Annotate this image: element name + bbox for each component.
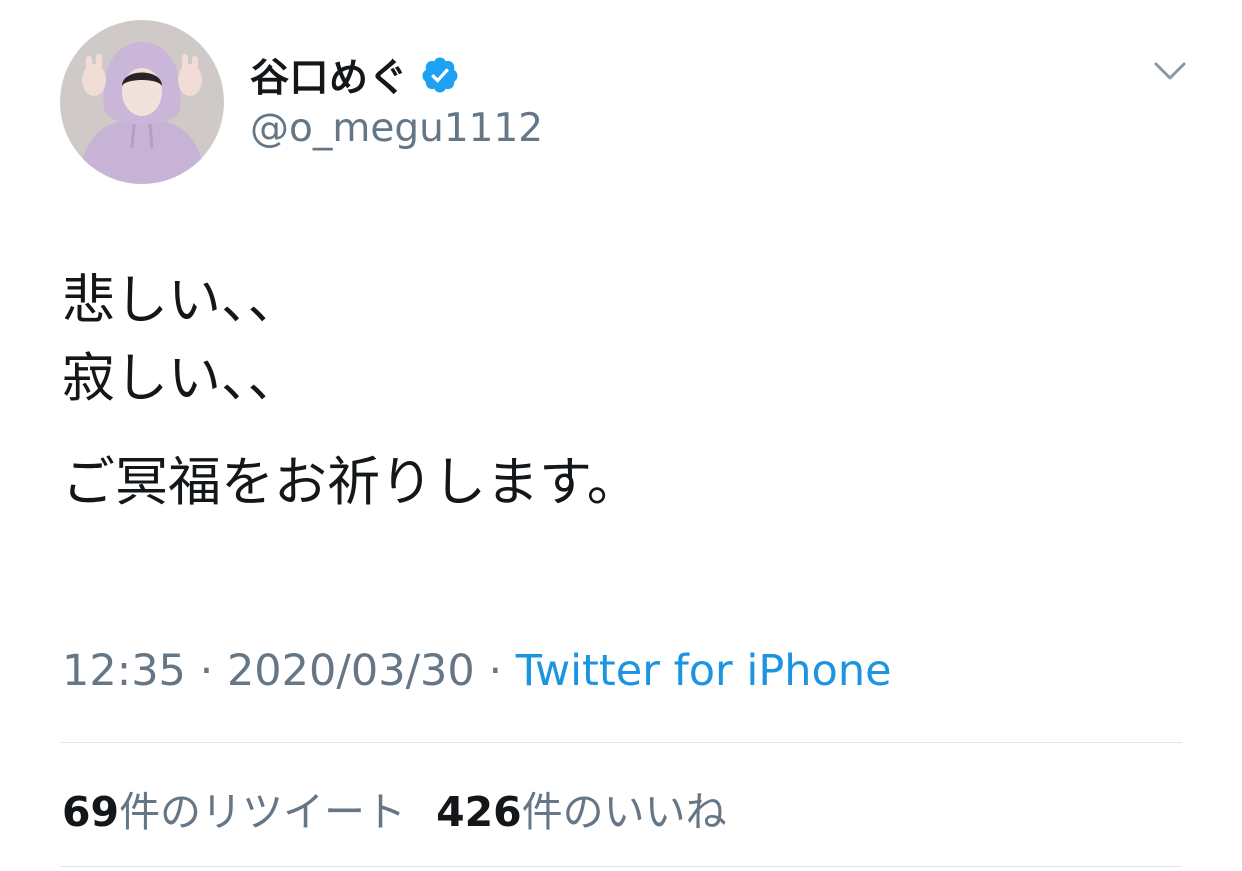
tweet-time[interactable]: 12:35 xyxy=(62,646,186,696)
tweet-stats: 69件のリツイート 426件のいいね xyxy=(62,778,727,838)
divider xyxy=(60,866,1182,867)
meta-separator: · xyxy=(185,646,227,696)
avatar-image xyxy=(60,20,224,184)
retweets-stat[interactable]: 69件のリツイート xyxy=(62,788,406,836)
handle[interactable]: @o_megu1112 xyxy=(250,106,543,151)
tweet-line: 寂しい、、 xyxy=(62,348,301,409)
avatar[interactable] xyxy=(60,20,224,184)
tweet-source-link[interactable]: Twitter for iPhone xyxy=(516,646,892,696)
retweets-count: 69 xyxy=(62,788,120,836)
chevron-down-icon[interactable] xyxy=(1150,54,1190,88)
tweet-meta: 12:35 · 2020/03/30 · Twitter for iPhone xyxy=(62,646,892,696)
retweets-label: 件のリツイート xyxy=(119,788,407,836)
display-name[interactable]: 谷口めぐ xyxy=(250,47,408,103)
tweet-line: 悲しい、、 xyxy=(62,270,301,331)
likes-stat[interactable]: 426件のいいね xyxy=(436,788,727,836)
divider xyxy=(60,742,1182,743)
meta-separator: · xyxy=(474,646,516,696)
tweet-line: ご冥福をお祈りします。 xyxy=(62,452,640,513)
verified-badge-icon xyxy=(420,55,460,95)
tweet-text: 悲しい、、 寂しい、、 ご冥福をお祈りします。 xyxy=(62,262,640,522)
tweet-date[interactable]: 2020/03/30 xyxy=(227,646,475,696)
likes-count: 426 xyxy=(436,788,522,836)
author-name-row: 谷口めぐ xyxy=(250,48,460,102)
likes-label: 件のいいね xyxy=(521,788,727,836)
